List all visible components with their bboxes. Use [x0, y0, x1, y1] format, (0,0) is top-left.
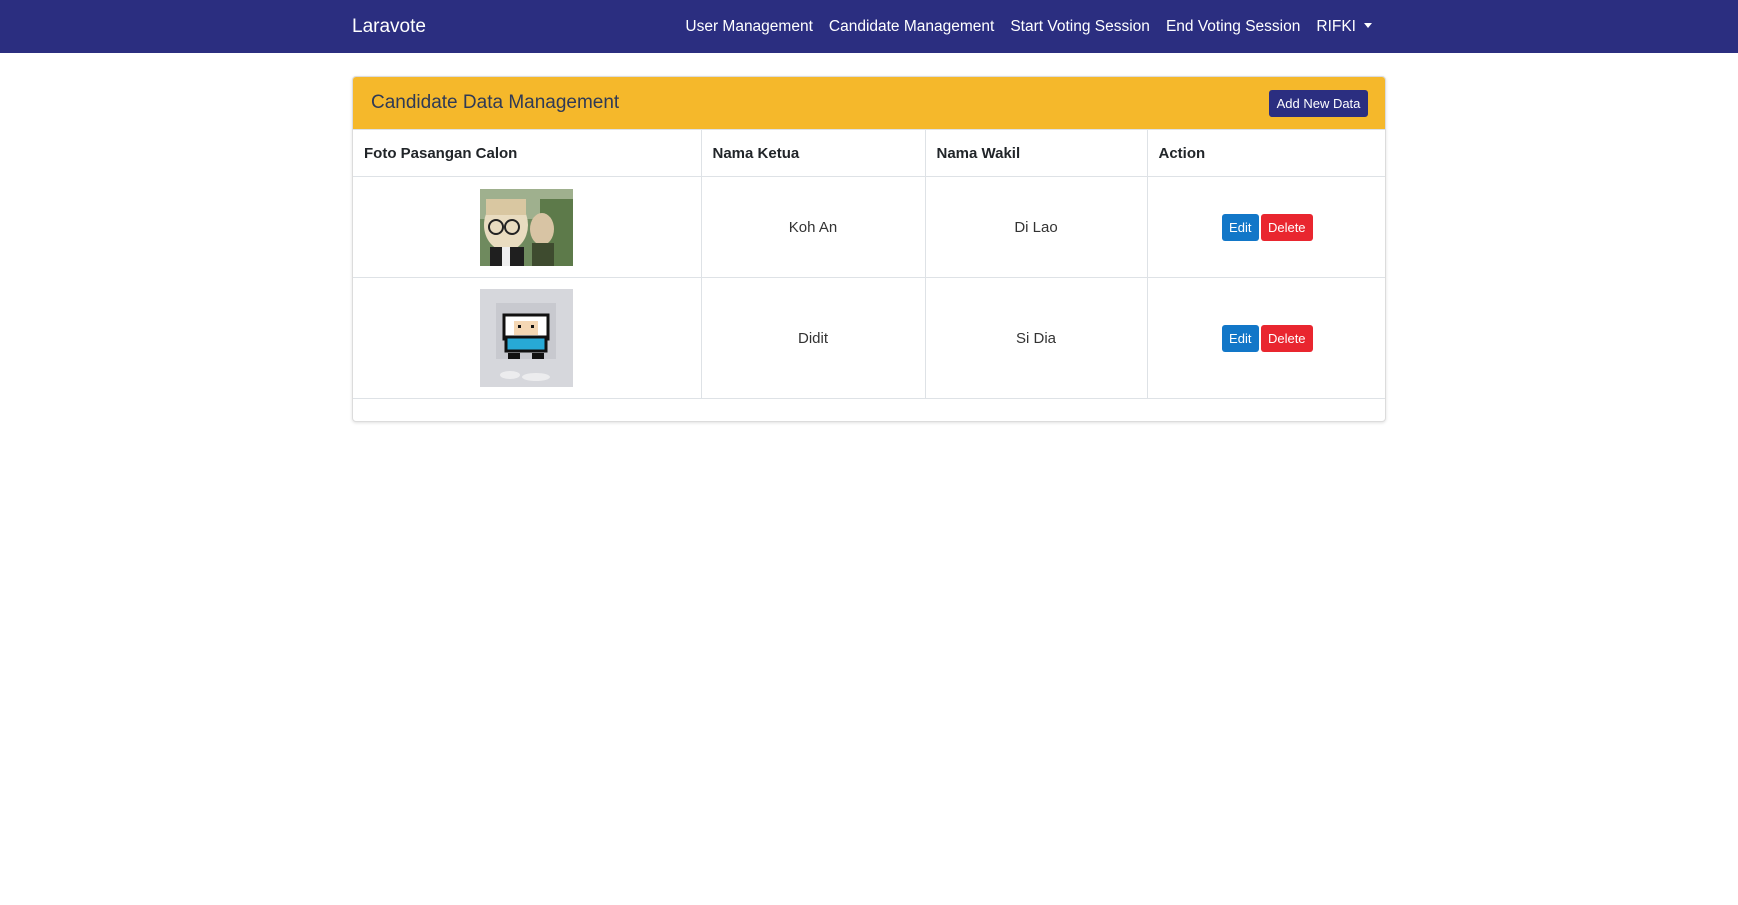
header-nama-ketua: Nama Ketua: [700, 129, 926, 177]
header-nama-wakil: Nama Wakil: [924, 129, 1148, 177]
nama-ketua-cell: Koh An: [700, 176, 926, 278]
header-action: Action: [1146, 129, 1385, 177]
nav-end-voting-session[interactable]: End Voting Session: [1158, 18, 1308, 36]
user-dropdown[interactable]: RIFKI: [1308, 18, 1380, 36]
card-title: Candidate Data Management: [371, 92, 620, 113]
caret-down-icon: [1364, 22, 1372, 28]
delete-button[interactable]: Delete: [1260, 324, 1313, 352]
candidate-photo: [480, 188, 574, 266]
edit-button[interactable]: Edit: [1221, 324, 1259, 352]
candidate-photo: [480, 289, 574, 387]
brand-link[interactable]: Laravote: [352, 16, 426, 38]
action-cell: Edit Delete: [1146, 277, 1385, 399]
nav-user-management[interactable]: User Management: [677, 18, 821, 36]
delete-button[interactable]: Delete: [1260, 213, 1313, 241]
photo-cell: [353, 277, 702, 399]
candidate-table: Foto Pasangan Calon Nama Ketua Nama Waki…: [353, 129, 1385, 399]
nama-ketua-cell: Didit: [700, 277, 926, 399]
add-new-data-button[interactable]: Add New Data: [1269, 90, 1368, 117]
navbar: Laravote User Management Candidate Manag…: [0, 0, 1738, 53]
nama-wakil-cell: Si Dia: [924, 277, 1148, 399]
nav-links: User Management Candidate Management Sta…: [677, 0, 1380, 53]
edit-button[interactable]: Edit: [1221, 213, 1259, 241]
nav-candidate-management[interactable]: Candidate Management: [821, 18, 1002, 36]
action-cell: Edit Delete: [1146, 176, 1385, 278]
nav-start-voting-session[interactable]: Start Voting Session: [1002, 18, 1158, 36]
header-foto: Foto Pasangan Calon: [353, 129, 702, 177]
nama-wakil-cell: Di Lao: [924, 176, 1148, 278]
table-header-row: Foto Pasangan Calon Nama Ketua Nama Waki…: [353, 129, 1385, 177]
table-row: Didit Si Dia Edit Delete: [353, 277, 1385, 399]
photo-cell: [353, 176, 702, 278]
card-header: Candidate Data Management Add New Data: [353, 77, 1385, 129]
candidate-card: Candidate Data Management Add New Data F…: [352, 76, 1386, 422]
table-row: Koh An Di Lao Edit Delete: [353, 176, 1385, 278]
user-name: RIFKI: [1316, 17, 1356, 35]
